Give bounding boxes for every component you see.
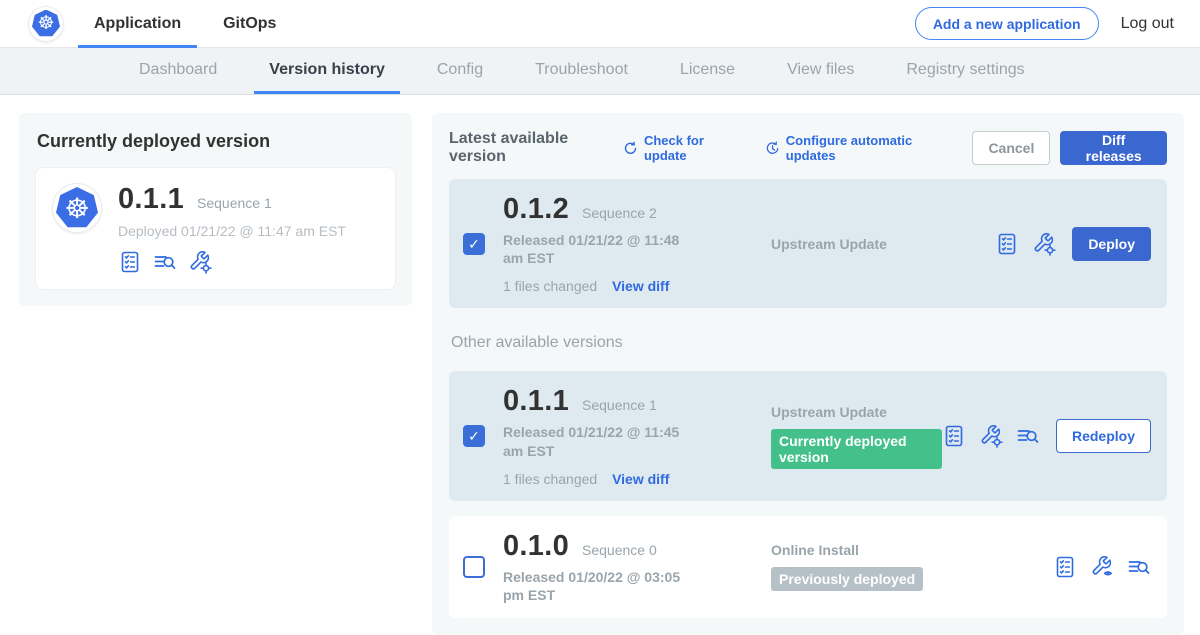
version-source-label: Online Install bbox=[771, 542, 1053, 558]
version-number: 0.1.1 bbox=[503, 385, 569, 418]
subnav-tab-registry-settings[interactable]: Registry settings bbox=[891, 48, 1039, 94]
version-row-0-1-1: ✓ 0.1.1 Sequence 1 Released 01/21/22 @ 1… bbox=[449, 371, 1167, 500]
diff-releases-button[interactable]: Diff releases bbox=[1060, 131, 1167, 165]
version-row-0-1-0: ✓ 0.1.0 Sequence 0 Released 01/20/22 @ 0… bbox=[449, 516, 1167, 618]
deploy-logs-icon[interactable] bbox=[1127, 555, 1151, 579]
edit-config-icon[interactable] bbox=[979, 424, 1003, 448]
version-checkbox[interactable]: ✓ bbox=[463, 556, 485, 578]
tab-application[interactable]: Application bbox=[94, 0, 181, 48]
kubernetes-helm-icon: ☸ bbox=[32, 10, 60, 38]
version-number: 0.1.2 bbox=[503, 193, 569, 226]
version-checkbox[interactable]: ✓ bbox=[463, 425, 485, 447]
subnav-tab-view-files[interactable]: View files bbox=[772, 48, 869, 94]
version-checkbox[interactable]: ✓ bbox=[463, 233, 485, 255]
subnav-tab-config[interactable]: Config bbox=[422, 48, 498, 94]
preflight-checks-icon[interactable] bbox=[942, 424, 966, 448]
deploy-logs-icon[interactable] bbox=[153, 250, 177, 274]
version-row-0-1-2: ✓ 0.1.2 Sequence 2 Released 01/21/22 @ 1… bbox=[449, 179, 1167, 308]
sequence-label: Sequence 2 bbox=[582, 205, 657, 221]
released-timestamp: Released 01/20/22 @ 03:05 pm EST bbox=[503, 568, 699, 604]
sequence-label: Sequence 0 bbox=[582, 542, 657, 558]
currently-deployed-title: Currently deployed version bbox=[37, 131, 396, 152]
files-changed-label: 1 files changed bbox=[503, 471, 597, 487]
deployed-timestamp: Deployed 01/21/22 @ 11:47 am EST bbox=[118, 223, 346, 239]
currently-deployed-panel: Currently deployed version ☸ 0.1.1 Seque… bbox=[19, 113, 412, 306]
check-for-update-link[interactable]: Check for update bbox=[623, 133, 739, 163]
configure-automatic-updates-label: Configure automatic updates bbox=[786, 133, 947, 163]
view-config-icon[interactable] bbox=[1090, 555, 1114, 579]
configure-automatic-updates-link[interactable]: Configure automatic updates bbox=[765, 133, 947, 163]
deployed-sequence-label: Sequence 1 bbox=[197, 195, 272, 211]
released-timestamp: Released 01/21/22 @ 11:48 am EST bbox=[503, 231, 699, 267]
redeploy-button[interactable]: Redeploy bbox=[1056, 419, 1151, 453]
previously-deployed-badge: Previously deployed bbox=[771, 567, 923, 591]
logout-button[interactable]: Log out bbox=[1121, 15, 1174, 33]
subnav-tab-version-history[interactable]: Version history bbox=[254, 48, 400, 94]
kubernetes-logo[interactable]: ☸ bbox=[28, 6, 64, 42]
version-history-panel: Latest available version Check for updat… bbox=[432, 113, 1184, 635]
version-source-label: Upstream Update bbox=[771, 404, 942, 420]
deploy-button[interactable]: Deploy bbox=[1072, 227, 1151, 261]
currently-deployed-card: ☸ 0.1.1 Sequence 1 Deployed 01/21/22 @ 1… bbox=[35, 167, 396, 290]
app-subnav: Dashboard Version history Config Trouble… bbox=[0, 48, 1200, 95]
preflight-checks-icon[interactable] bbox=[118, 250, 142, 274]
view-diff-link[interactable]: View diff bbox=[612, 471, 669, 487]
version-number: 0.1.0 bbox=[503, 530, 569, 563]
files-changed-label: 1 files changed bbox=[503, 278, 597, 294]
edit-config-icon[interactable] bbox=[1032, 232, 1056, 256]
cancel-button[interactable]: Cancel bbox=[972, 131, 1050, 165]
app-logo: ☸ bbox=[52, 183, 102, 233]
tab-gitops[interactable]: GitOps bbox=[223, 0, 276, 48]
deploy-logs-icon[interactable] bbox=[1016, 424, 1040, 448]
subnav-tab-dashboard[interactable]: Dashboard bbox=[124, 48, 232, 94]
view-diff-link[interactable]: View diff bbox=[612, 278, 669, 294]
released-timestamp: Released 01/21/22 @ 11:45 am EST bbox=[503, 423, 699, 459]
schedule-update-icon bbox=[765, 140, 780, 157]
edit-config-icon[interactable] bbox=[188, 250, 212, 274]
sequence-label: Sequence 1 bbox=[582, 397, 657, 413]
currently-deployed-badge: Currently deployed version bbox=[771, 429, 942, 469]
latest-available-title: Latest available version bbox=[449, 130, 611, 166]
version-source-label: Upstream Update bbox=[771, 236, 995, 252]
subnav-tab-license[interactable]: License bbox=[665, 48, 750, 94]
other-available-versions-title: Other available versions bbox=[451, 334, 1167, 352]
preflight-checks-icon[interactable] bbox=[1053, 555, 1077, 579]
preflight-checks-icon[interactable] bbox=[995, 232, 1019, 256]
top-navbar: ☸ Application GitOps Add a new applicati… bbox=[0, 0, 1200, 48]
refresh-icon bbox=[623, 140, 638, 157]
deployed-version-number: 0.1.1 bbox=[118, 183, 184, 216]
check-for-update-label: Check for update bbox=[644, 133, 739, 163]
subnav-tab-troubleshoot[interactable]: Troubleshoot bbox=[520, 48, 643, 94]
add-application-button[interactable]: Add a new application bbox=[915, 7, 1099, 40]
kubernetes-helm-icon: ☸ bbox=[56, 187, 98, 229]
